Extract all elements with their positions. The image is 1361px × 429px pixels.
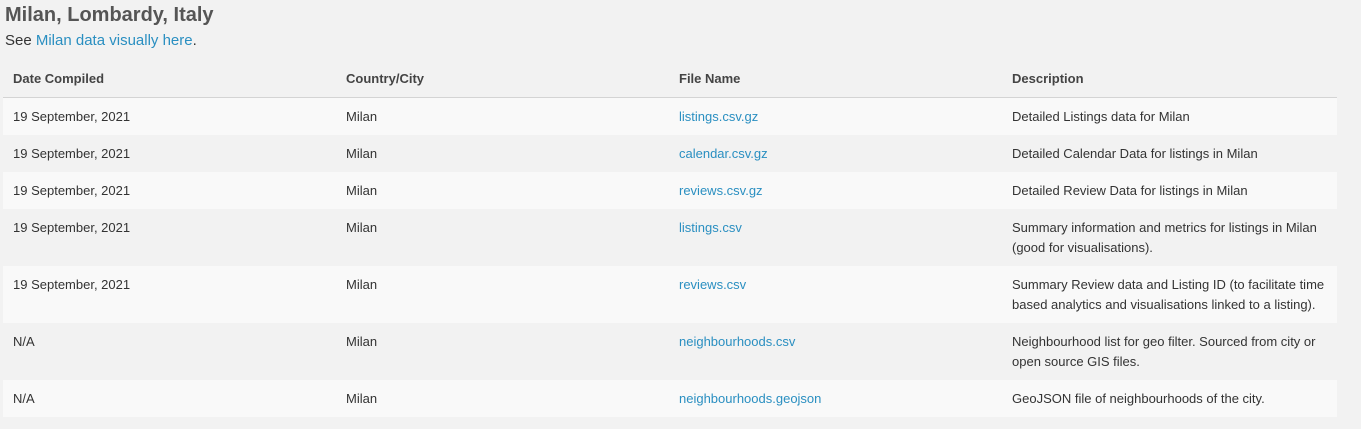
cell-file: listings.csv bbox=[669, 209, 1002, 266]
cell-city: Milan bbox=[336, 209, 669, 266]
cell-description: Neighbourhood list for geo filter. Sourc… bbox=[1002, 323, 1337, 380]
page-title: Milan, Lombardy, Italy bbox=[5, 4, 214, 26]
file-link[interactable]: calendar.csv.gz bbox=[679, 146, 768, 161]
see-suffix: . bbox=[192, 32, 197, 49]
cell-date: 19 September, 2021 bbox=[3, 209, 336, 266]
file-link[interactable]: reviews.csv.gz bbox=[679, 183, 763, 198]
cell-city: Milan bbox=[336, 172, 669, 209]
cell-city: Milan bbox=[336, 97, 669, 135]
see-line: See Milan data visually here. bbox=[5, 31, 197, 51]
cell-date: N/A bbox=[3, 323, 336, 380]
table-row: 19 September, 2021 Milan calendar.csv.gz… bbox=[3, 135, 1337, 172]
cell-file: calendar.csv.gz bbox=[669, 135, 1002, 172]
column-header-date: Date Compiled bbox=[3, 60, 336, 98]
cell-file: reviews.csv.gz bbox=[669, 172, 1002, 209]
cell-file: neighbourhoods.csv bbox=[669, 323, 1002, 380]
table-row: 19 September, 2021 Milan listings.csv Su… bbox=[3, 209, 1337, 266]
file-link[interactable]: listings.csv.gz bbox=[679, 109, 758, 124]
column-header-file: File Name bbox=[669, 60, 1002, 98]
cell-city: Milan bbox=[336, 135, 669, 172]
column-header-city: Country/City bbox=[336, 60, 669, 98]
table-row: 19 September, 2021 Milan listings.csv.gz… bbox=[3, 97, 1337, 135]
cell-description: Summary information and metrics for list… bbox=[1002, 209, 1337, 266]
cell-date: 19 September, 2021 bbox=[3, 172, 336, 209]
file-link[interactable]: neighbourhoods.csv bbox=[679, 334, 795, 349]
cell-city: Milan bbox=[336, 380, 669, 417]
visual-data-link[interactable]: Milan data visually here bbox=[36, 32, 193, 49]
cell-file: reviews.csv bbox=[669, 266, 1002, 323]
cell-date: 19 September, 2021 bbox=[3, 266, 336, 323]
cell-city: Milan bbox=[336, 323, 669, 380]
cell-date: 19 September, 2021 bbox=[3, 97, 336, 135]
cell-description: GeoJSON file of neighbourhoods of the ci… bbox=[1002, 380, 1337, 417]
table-row: N/A Milan neighbourhoods.csv Neighbourho… bbox=[3, 323, 1337, 380]
table-row: N/A Milan neighbourhoods.geojson GeoJSON… bbox=[3, 380, 1337, 417]
table-row: 19 September, 2021 Milan reviews.csv Sum… bbox=[3, 266, 1337, 323]
table-row: 19 September, 2021 Milan reviews.csv.gz … bbox=[3, 172, 1337, 209]
cell-description: Summary Review data and Listing ID (to f… bbox=[1002, 266, 1337, 323]
page: Milan, Lombardy, Italy See Milan data vi… bbox=[0, 0, 1361, 429]
column-header-description: Description bbox=[1002, 60, 1337, 98]
cell-file: listings.csv.gz bbox=[669, 97, 1002, 135]
data-files-table: Date Compiled Country/City File Name Des… bbox=[3, 60, 1337, 417]
cell-description: Detailed Calendar Data for listings in M… bbox=[1002, 135, 1337, 172]
cell-date: 19 September, 2021 bbox=[3, 135, 336, 172]
cell-city: Milan bbox=[336, 266, 669, 323]
cell-date: N/A bbox=[3, 380, 336, 417]
file-link[interactable]: neighbourhoods.geojson bbox=[679, 391, 821, 406]
cell-description: Detailed Review Data for listings in Mil… bbox=[1002, 172, 1337, 209]
see-prefix: See bbox=[5, 32, 36, 49]
file-link[interactable]: listings.csv bbox=[679, 220, 742, 235]
cell-description: Detailed Listings data for Milan bbox=[1002, 97, 1337, 135]
table-header-row: Date Compiled Country/City File Name Des… bbox=[3, 60, 1337, 98]
file-link[interactable]: reviews.csv bbox=[679, 277, 746, 292]
cell-file: neighbourhoods.geojson bbox=[669, 380, 1002, 417]
